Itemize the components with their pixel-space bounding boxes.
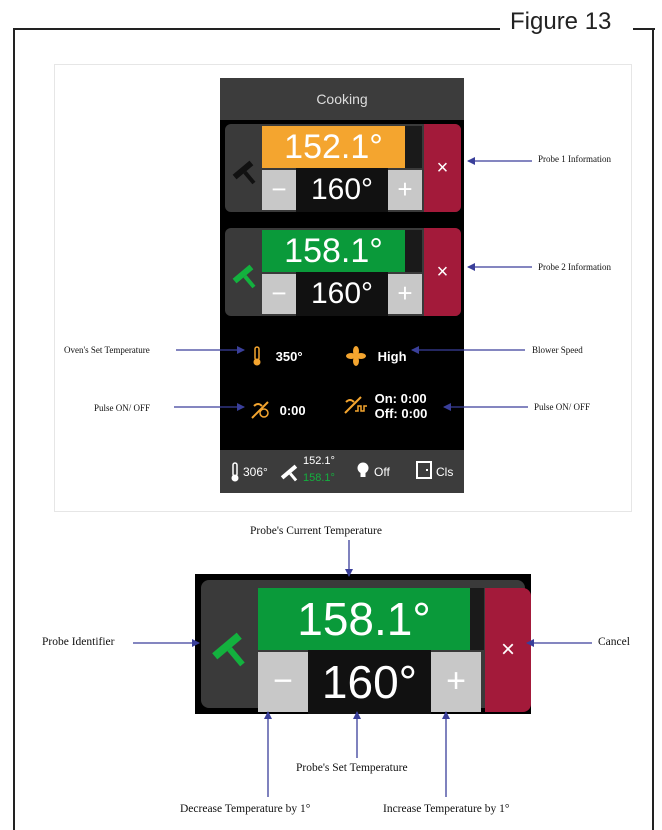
annotation-arrows (133, 157, 592, 797)
